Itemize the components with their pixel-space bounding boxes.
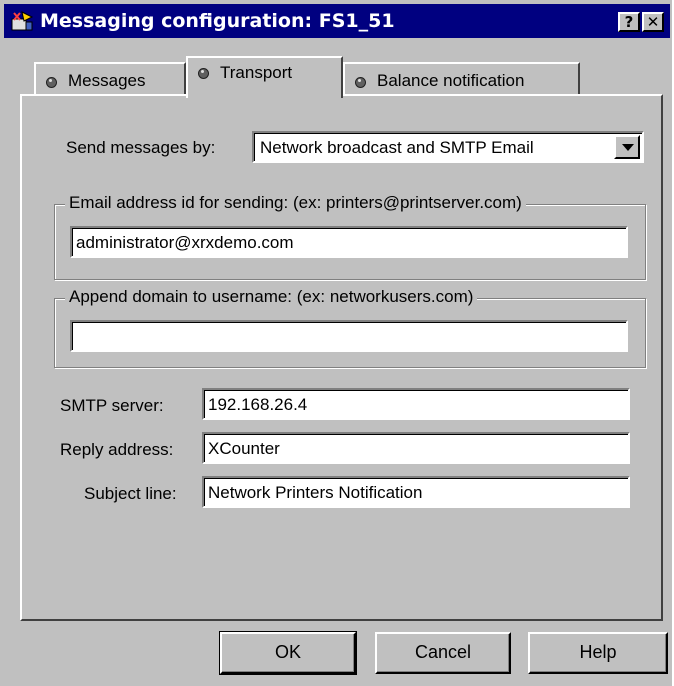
send-by-dropdown[interactable]: Network broadcast and SMTP Email bbox=[252, 131, 644, 163]
subject-value: Network Printers Notification bbox=[208, 483, 423, 502]
domain-group-label: Append domain to username: (ex: networku… bbox=[65, 287, 478, 307]
app-icon bbox=[11, 11, 34, 31]
dropdown-button[interactable] bbox=[614, 135, 640, 159]
tab-radio-icon bbox=[46, 77, 57, 88]
send-by-value: Network broadcast and SMTP Email bbox=[260, 138, 534, 157]
email-value: administrator@xrxdemo.com bbox=[76, 233, 294, 252]
transport-panel: Send messages by: Network broadcast and … bbox=[20, 94, 663, 621]
chevron-down-icon bbox=[622, 144, 634, 151]
subject-label: Subject line: bbox=[84, 484, 177, 503]
tab-radio-icon bbox=[355, 77, 366, 88]
tab-messages[interactable]: Messages bbox=[34, 62, 186, 96]
tab-transport[interactable]: Transport bbox=[186, 56, 343, 98]
domain-field[interactable] bbox=[70, 320, 628, 352]
send-by-label: Send messages by: bbox=[66, 138, 216, 157]
window-title: Messaging configuration: FS1_51 bbox=[40, 10, 395, 32]
close-button[interactable]: ✕ bbox=[642, 12, 664, 32]
cancel-button[interactable]: Cancel bbox=[375, 632, 511, 674]
ok-button[interactable]: OK bbox=[219, 631, 357, 675]
dialog-window: Messaging configuration: FS1_51 ? ✕ Mess… bbox=[0, 0, 672, 686]
tab-label: Transport bbox=[220, 63, 293, 82]
tab-label: Messages bbox=[68, 71, 146, 90]
help-button[interactable]: Help bbox=[528, 632, 668, 674]
help-title-button[interactable]: ? bbox=[618, 12, 640, 32]
reply-value: XCounter bbox=[208, 439, 280, 458]
subject-line-field[interactable]: Network Printers Notification bbox=[202, 476, 630, 508]
smtp-label: SMTP server: bbox=[60, 396, 164, 415]
email-group-label: Email address id for sending: (ex: print… bbox=[65, 193, 526, 213]
tab-balance-notification[interactable]: Balance notification bbox=[343, 62, 580, 96]
tab-label: Balance notification bbox=[377, 71, 525, 90]
reply-label: Reply address: bbox=[60, 440, 174, 459]
email-field[interactable]: administrator@xrxdemo.com bbox=[70, 226, 628, 258]
reply-address-field[interactable]: XCounter bbox=[202, 432, 630, 464]
title-bar[interactable]: Messaging configuration: FS1_51 ? ✕ bbox=[4, 4, 670, 38]
smtp-value: 192.168.26.4 bbox=[208, 395, 308, 414]
smtp-server-field[interactable]: 192.168.26.4 bbox=[202, 388, 630, 420]
tab-radio-icon bbox=[198, 68, 209, 79]
